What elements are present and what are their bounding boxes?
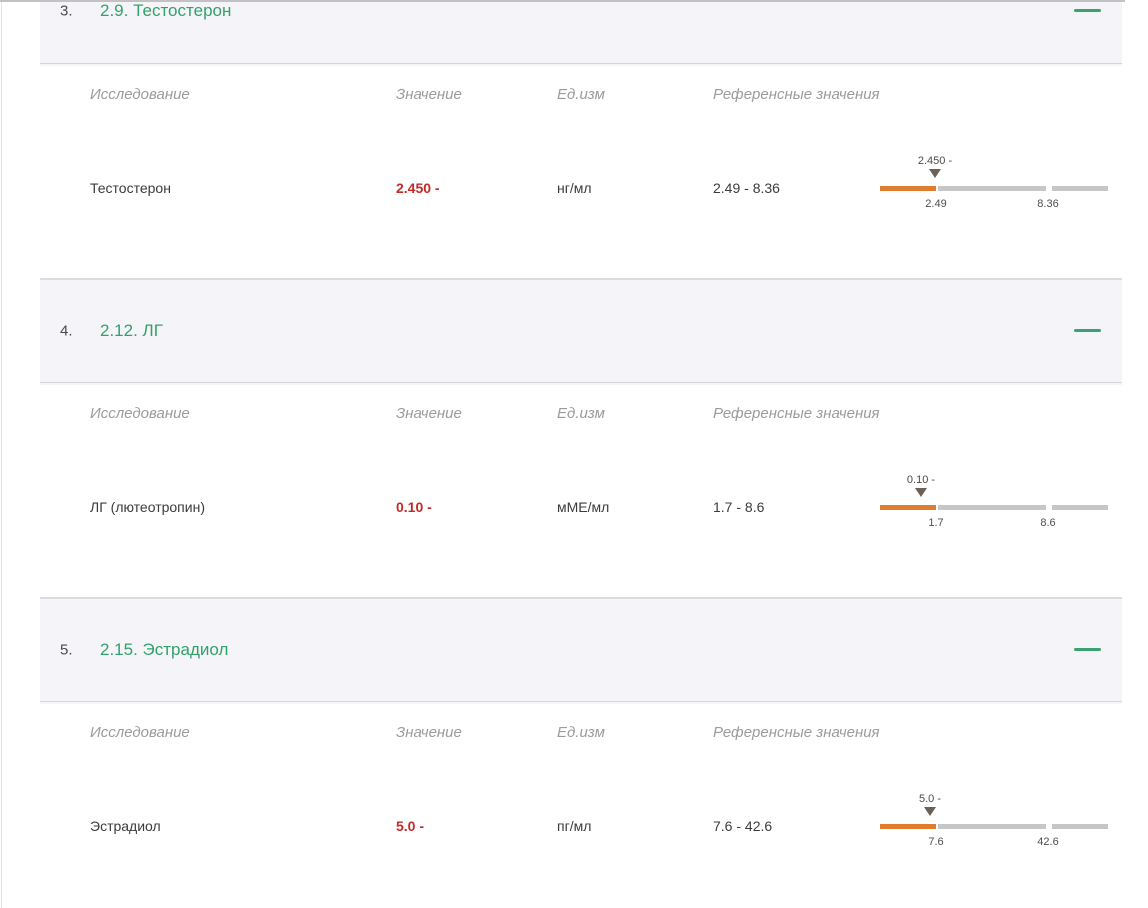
study-name: Эстрадиол — [90, 818, 396, 834]
marker-triangle-icon — [915, 488, 927, 497]
section-title[interactable]: 2.9. Тестостерон — [100, 1, 231, 21]
lab-results-list: 3. 2.9. Тестостерон Исследование Значени… — [40, 0, 1122, 908]
reference-range: 2.49 - 8.36 — [713, 180, 880, 196]
scale-low-bound: 2.49 — [925, 198, 946, 210]
section-title[interactable]: 2.12. ЛГ — [100, 321, 163, 341]
section-lh: 4. 2.12. ЛГ Исследование Значение Ед.изм… — [40, 278, 1122, 597]
marker-label: 2.450 - — [918, 155, 952, 167]
reference-range: 7.6 - 42.6 — [713, 818, 880, 834]
reference-scale: 5.0 - 7.6 42.6 — [880, 793, 1108, 849]
scale-high-bound: 42.6 — [1037, 836, 1058, 848]
col-header-unit: Ед.изм — [557, 405, 713, 422]
section-header[interactable]: 4. 2.12. ЛГ — [40, 278, 1122, 383]
table-header-row: Исследование Значение Ед.изм Референсные… — [40, 702, 1122, 740]
col-header-study: Исследование — [90, 405, 396, 422]
scale-high-segment — [1052, 824, 1108, 829]
collapse-minus-icon[interactable] — [1074, 329, 1101, 332]
table-row: Тестостерон 2.450 - нг/мл 2.49 - 8.36 2.… — [40, 102, 1122, 274]
col-header-unit: Ед.изм — [557, 86, 713, 103]
col-header-reference: Референсные значения — [713, 405, 880, 422]
col-header-reference: Референсные значения — [713, 86, 880, 103]
scale-normal-segment — [938, 824, 1046, 829]
scale-low-bound: 1.7 — [928, 517, 943, 529]
unit: мМЕ/мл — [557, 499, 713, 515]
section-testosterone: 3. 2.9. Тестостерон Исследование Значени… — [40, 0, 1122, 278]
result-value: 5.0 - — [396, 818, 557, 834]
col-header-value: Значение — [396, 86, 557, 103]
scale-normal-segment — [938, 186, 1046, 191]
result-value: 0.10 - — [396, 499, 557, 515]
table-header-row: Исследование Значение Ед.изм Референсные… — [40, 383, 1122, 421]
table-row: Эстрадиол 5.0 - пг/мл 7.6 - 42.6 5.0 - 7… — [40, 740, 1122, 908]
results-table: Исследование Значение Ед.изм Референсные… — [40, 64, 1122, 278]
result-value: 2.450 - — [396, 180, 557, 196]
table-row: ЛГ (лютеотропин) 0.10 - мМЕ/мл 1.7 - 8.6… — [40, 421, 1122, 593]
table-header-row: Исследование Значение Ед.изм Референсные… — [40, 64, 1122, 102]
reference-scale: 0.10 - 1.7 8.6 — [880, 474, 1108, 530]
col-header-study: Исследование — [90, 86, 396, 103]
col-header-study: Исследование — [90, 724, 396, 741]
section-number: 3. — [60, 3, 73, 20]
col-header-value: Значение — [396, 724, 557, 741]
scale-high-bound: 8.6 — [1040, 517, 1055, 529]
col-header-unit: Ед.изм — [557, 724, 713, 741]
top-divider — [0, 0, 1125, 2]
scale-low-segment — [880, 186, 936, 191]
collapse-minus-icon[interactable] — [1074, 648, 1101, 651]
scale-low-segment — [880, 505, 936, 510]
scale-high-segment — [1052, 505, 1108, 510]
section-title[interactable]: 2.15. Эстрадиол — [100, 640, 228, 660]
col-header-value: Значение — [396, 405, 557, 422]
section-number: 5. — [60, 642, 73, 659]
unit: пг/мл — [557, 818, 713, 834]
marker-triangle-icon — [924, 807, 936, 816]
unit: нг/мл — [557, 180, 713, 196]
scale-high-bound: 8.36 — [1037, 198, 1058, 210]
results-table: Исследование Значение Ед.изм Референсные… — [40, 383, 1122, 597]
marker-label: 0.10 - — [907, 474, 935, 486]
scale-normal-segment — [938, 505, 1046, 510]
section-estradiol: 5. 2.15. Эстрадиол Исследование Значение… — [40, 597, 1122, 908]
marker-label: 5.0 - — [919, 793, 941, 805]
study-name: Тестостерон — [90, 180, 396, 196]
left-edge-divider — [1, 0, 2, 908]
section-header[interactable]: 5. 2.15. Эстрадиол — [40, 597, 1122, 702]
marker-triangle-icon — [929, 169, 941, 178]
scale-low-segment — [880, 824, 936, 829]
reference-scale: 2.450 - 2.49 8.36 — [880, 155, 1108, 211]
reference-range: 1.7 - 8.6 — [713, 499, 880, 515]
section-number: 4. — [60, 323, 73, 340]
study-name: ЛГ (лютеотропин) — [90, 499, 396, 515]
collapse-minus-icon[interactable] — [1074, 9, 1101, 12]
results-table: Исследование Значение Ед.изм Референсные… — [40, 702, 1122, 908]
scale-high-segment — [1052, 186, 1108, 191]
scale-low-bound: 7.6 — [928, 836, 943, 848]
section-header[interactable]: 3. 2.9. Тестостерон — [40, 0, 1122, 64]
col-header-reference: Референсные значения — [713, 724, 880, 741]
